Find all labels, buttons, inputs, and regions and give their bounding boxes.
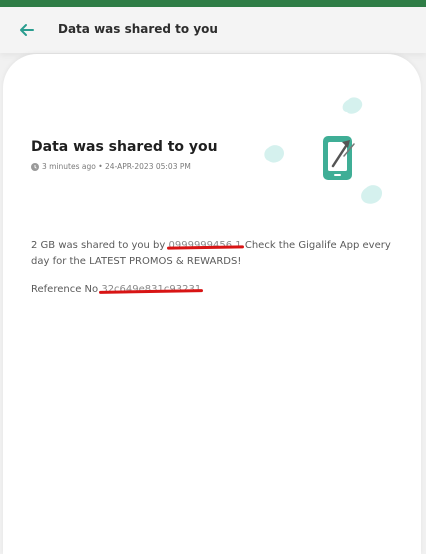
redacted-sender: 0999999456 1 [166,238,244,254]
clock-icon [31,162,39,171]
message-meta: 3 minutes ago • 24-APR-2023 05:03 PM [31,162,191,171]
message-title: Data was shared to you [31,139,218,155]
phone-share-icon [264,97,383,204]
body-prefix: 2 GB was shared to you by [31,240,166,251]
redacted-reference: 32c649e831c93231 [99,284,204,295]
status-bar [0,0,426,7]
message-body: 2 GB was shared to you by 0999999456 1 C… [31,238,406,270]
message-timestamp: 3 minutes ago • 24-APR-2023 05:03 PM [42,162,191,171]
page-title: Data was shared to you [58,22,218,36]
app-header: Data was shared to you [0,7,426,53]
reference-row: Reference No 32c649e831c93231 [31,284,204,295]
reference-label: Reference No [31,284,99,295]
arrow-left-icon[interactable] [18,21,36,39]
